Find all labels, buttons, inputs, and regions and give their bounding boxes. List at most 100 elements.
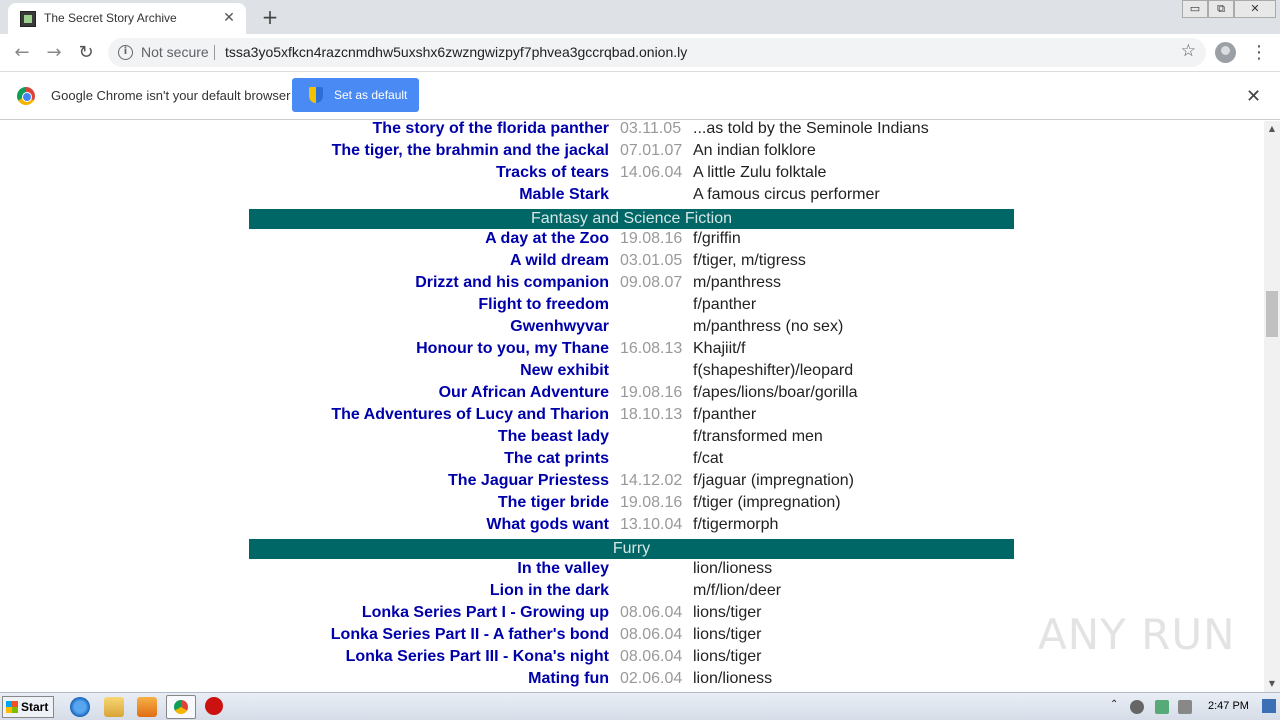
story-description: f/panther bbox=[693, 406, 757, 423]
story-description: f/apes/lions/boar/gorilla bbox=[693, 384, 858, 401]
story-link[interactable]: The beast lady bbox=[498, 428, 609, 446]
story-row: The story of the florida panther 03.11.05… bbox=[249, 121, 1014, 141]
new-tab-button[interactable]: + bbox=[258, 5, 282, 29]
back-button[interactable]: ← bbox=[9, 40, 35, 66]
chrome-taskbar-icon[interactable] bbox=[166, 695, 196, 719]
story-link[interactable]: The tiger bride bbox=[498, 494, 609, 512]
story-description: f/panther bbox=[693, 296, 757, 313]
story-link[interactable]: The tiger, the brahmin and the jackal bbox=[332, 142, 609, 160]
site-favicon-icon bbox=[20, 11, 36, 27]
story-description: lion/lioness bbox=[693, 560, 773, 577]
tab-close-button[interactable]: ✕ bbox=[220, 9, 238, 27]
system-clock[interactable]: 2:47 PM bbox=[1208, 700, 1249, 712]
story-description: lions/tiger bbox=[693, 604, 762, 621]
story-description: f/transformed men bbox=[693, 428, 823, 445]
internet-explorer-icon[interactable] bbox=[70, 697, 90, 717]
story-link[interactable]: Flight to freedom bbox=[478, 296, 609, 314]
reload-button[interactable]: ↻ bbox=[73, 40, 99, 66]
windows-taskbar: Start ⌃ 2:47 PM bbox=[0, 692, 1280, 720]
show-desktop-icon[interactable] bbox=[1262, 699, 1276, 713]
story-date: 18.10.13 bbox=[620, 406, 683, 423]
action-center-flag-icon[interactable] bbox=[1178, 700, 1192, 714]
story-row: Mable Stark A famous circus performer bbox=[249, 185, 1014, 207]
scroll-down-arrow-icon[interactable]: ▼ bbox=[1264, 676, 1280, 692]
bookmark-star-icon[interactable]: ☆ bbox=[1181, 41, 1196, 61]
story-link[interactable]: The Jaguar Priestess bbox=[448, 472, 609, 490]
address-bar[interactable]: i Not secure tssa3yo5xfkcn4razcnmdhw5uxs… bbox=[108, 38, 1206, 67]
start-button[interactable]: Start bbox=[2, 696, 54, 718]
profile-avatar-icon[interactable] bbox=[1215, 42, 1236, 63]
story-date: 08.06.04 bbox=[620, 626, 683, 643]
window-minimize-button[interactable]: ▭ bbox=[1182, 0, 1208, 18]
story-description: An indian folklore bbox=[693, 142, 816, 159]
infobar-message: Google Chrome isn't your default browser bbox=[51, 88, 291, 103]
scroll-up-arrow-icon[interactable]: ▲ bbox=[1264, 121, 1280, 137]
page-scrollbar[interactable]: ▲ ▼ bbox=[1264, 121, 1280, 692]
story-link[interactable]: In the valley bbox=[517, 560, 609, 578]
media-player-icon[interactable] bbox=[137, 697, 157, 717]
story-link[interactable]: The Adventures of Lucy and Tharion bbox=[331, 406, 609, 424]
story-link[interactable]: Mating fun bbox=[528, 670, 609, 688]
story-link[interactable]: Lonka Series Part III - Kona's night bbox=[346, 648, 609, 666]
tab-active[interactable]: The Secret Story Archive ✕ bbox=[8, 3, 246, 34]
window-close-button[interactable]: ✕ bbox=[1234, 0, 1276, 18]
story-row: New exhibit f(shapeshifter)/leopard bbox=[249, 361, 1014, 383]
story-link[interactable]: Mable Stark bbox=[519, 186, 609, 204]
story-description: f/jaguar (impregnation) bbox=[693, 472, 854, 489]
forward-button[interactable]: → bbox=[41, 40, 67, 66]
network-icon[interactable] bbox=[1155, 700, 1169, 714]
story-row: Lonka Series Part I - Growing up 08.06.04… bbox=[249, 603, 1014, 625]
story-link[interactable]: Lonka Series Part I - Growing up bbox=[362, 604, 609, 622]
story-link[interactable]: Drizzt and his companion bbox=[415, 274, 609, 292]
browser-toolbar: ← → ↻ i Not secure tssa3yo5xfkcn4razcnmd… bbox=[0, 34, 1280, 72]
story-date: 19.08.16 bbox=[620, 494, 683, 511]
story-link[interactable]: New exhibit bbox=[520, 362, 609, 380]
volume-icon[interactable] bbox=[1130, 700, 1144, 714]
story-description: m/f/lion/deer bbox=[693, 582, 782, 599]
story-date: 08.06.04 bbox=[620, 604, 683, 621]
scroll-thumb[interactable] bbox=[1266, 291, 1278, 337]
story-row: The Adventures of Lucy and Tharion 18.10.… bbox=[249, 405, 1014, 427]
story-link[interactable]: A wild dream bbox=[510, 252, 609, 270]
tab-title: The Secret Story Archive bbox=[44, 11, 177, 25]
story-row: Mating fun 02.06.04 lion/lioness bbox=[249, 669, 1014, 691]
set-as-default-button[interactable]: Set as default bbox=[292, 78, 419, 112]
story-date: 14.06.04 bbox=[620, 164, 683, 181]
info-icon[interactable]: i bbox=[118, 45, 133, 60]
story-link[interactable]: The cat prints bbox=[504, 450, 609, 468]
story-link[interactable]: A day at the Zoo bbox=[485, 230, 609, 248]
anyrun-watermark: ANY RUN bbox=[1038, 610, 1236, 659]
security-status[interactable]: Not secure bbox=[141, 44, 209, 60]
story-link[interactable]: Gwenhwyvar bbox=[510, 318, 609, 336]
story-row: The cat prints f/cat bbox=[249, 449, 1014, 471]
file-explorer-icon[interactable] bbox=[104, 697, 124, 717]
url-text[interactable]: tssa3yo5xfkcn4razcnmdhw5uxshx6zwzngwizpy… bbox=[225, 44, 687, 60]
browser-menu-button[interactable]: ⋮ bbox=[1250, 40, 1268, 66]
story-link[interactable]: The story of the florida panther bbox=[373, 121, 609, 138]
story-description: A famous circus performer bbox=[693, 186, 880, 203]
story-row: The Jaguar Priestess 14.12.02 f/jaguar (im… bbox=[249, 471, 1014, 493]
story-link[interactable]: Our African Adventure bbox=[439, 384, 609, 402]
story-description: f(shapeshifter)/leopard bbox=[693, 362, 854, 379]
set-as-default-label: Set as default bbox=[334, 88, 408, 102]
story-link[interactable]: What gods want bbox=[486, 516, 609, 534]
story-description: f/tiger, m/tigress bbox=[693, 252, 806, 269]
story-link[interactable]: Tracks of tears bbox=[496, 164, 609, 182]
opera-icon[interactable] bbox=[205, 697, 223, 715]
story-date: 19.08.16 bbox=[620, 230, 683, 247]
window-restore-button[interactable]: ⧉ bbox=[1208, 0, 1234, 18]
story-description: f/cat bbox=[693, 450, 724, 467]
category-header-furry: Furry bbox=[249, 539, 1014, 559]
story-row: Gwenhwyvar m/panthress (no sex) bbox=[249, 317, 1014, 339]
tray-expand-icon[interactable]: ⌃ bbox=[1110, 699, 1118, 710]
story-link[interactable]: Lion in the dark bbox=[490, 582, 609, 600]
category-header-fantasy: Fantasy and Science Fiction bbox=[249, 209, 1014, 229]
story-row: Lonka Series Part II - A father's bond 08… bbox=[249, 625, 1014, 647]
chrome-logo-icon bbox=[17, 87, 35, 105]
story-link[interactable]: Lonka Series Part II - A father's bond bbox=[331, 626, 609, 644]
infobar-close-button[interactable]: ✕ bbox=[1246, 86, 1261, 107]
story-description: m/panthress bbox=[693, 274, 782, 291]
story-link[interactable]: Honour to you, my Thane bbox=[416, 340, 609, 358]
address-separator bbox=[214, 45, 215, 60]
story-date: 07.01.07 bbox=[620, 142, 683, 159]
